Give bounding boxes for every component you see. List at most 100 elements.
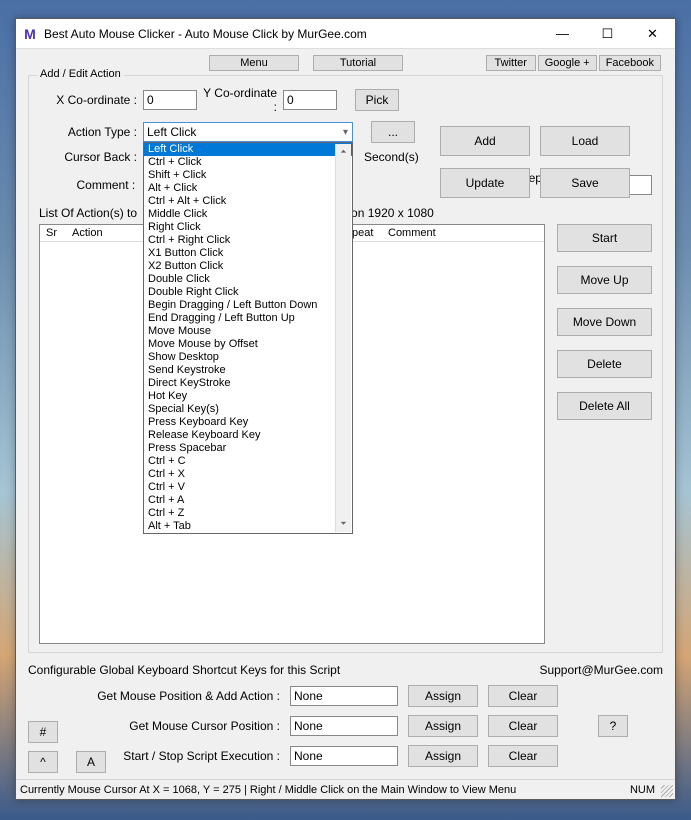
- resize-grip[interactable]: [661, 785, 673, 797]
- load-button[interactable]: Load: [540, 126, 630, 156]
- shortcut-input-3[interactable]: [290, 746, 398, 766]
- dropdown-item[interactable]: Ctrl + Z: [144, 507, 352, 520]
- dropdown-list[interactable]: Left ClickCtrl + ClickShift + ClickAlt +…: [143, 142, 353, 534]
- assign-button-1[interactable]: Assign: [408, 685, 478, 707]
- dropdown-item[interactable]: End Dragging / Left Button Up: [144, 312, 352, 325]
- menu-button[interactable]: Menu: [209, 55, 299, 71]
- status-bar: Currently Mouse Cursor At X = 1068, Y = …: [16, 779, 675, 799]
- titlebar: M Best Auto Mouse Clicker - Auto Mouse C…: [16, 19, 675, 49]
- xcoord-input[interactable]: [143, 90, 197, 110]
- hash-button[interactable]: #: [28, 721, 58, 743]
- dropdown-item[interactable]: Ctrl + C: [144, 455, 352, 468]
- dropdown-item[interactable]: Press Spacebar: [144, 442, 352, 455]
- moveup-button[interactable]: Move Up: [557, 266, 652, 294]
- dropdown-item[interactable]: Release Keyboard Key: [144, 429, 352, 442]
- xcoord-label: X Co-ordinate :: [39, 93, 137, 107]
- shortcuts-title: Configurable Global Keyboard Shortcut Ke…: [28, 663, 340, 677]
- twitter-link[interactable]: Twitter: [486, 55, 536, 71]
- pick-button[interactable]: Pick: [355, 89, 399, 111]
- dropdown-item[interactable]: Hot Key: [144, 390, 352, 403]
- movedown-button[interactable]: Move Down: [557, 308, 652, 336]
- content-area: Menu Tutorial Twitter Google + Facebook …: [16, 49, 675, 779]
- support-link[interactable]: Support@MurGee.com: [539, 663, 663, 677]
- group-title: Add / Edit Action: [37, 68, 124, 80]
- tutorial-button[interactable]: Tutorial: [313, 55, 403, 71]
- action-type-dropdown[interactable]: Left Click: [143, 122, 353, 142]
- dropdown-item[interactable]: Right Click: [144, 221, 352, 234]
- clear-button-1[interactable]: Clear: [488, 685, 558, 707]
- dropdown-item[interactable]: X1 Button Click: [144, 247, 352, 260]
- social-links: Twitter Google + Facebook: [486, 55, 661, 71]
- delete-button[interactable]: Delete: [557, 350, 652, 378]
- resolution-label: tion 1920 x 1080: [345, 206, 434, 220]
- add-edit-group: Add / Edit Action X Co-ordinate : Y Co-o…: [28, 75, 663, 653]
- dropdown-item[interactable]: Double Right Click: [144, 286, 352, 299]
- dropdown-item[interactable]: Ctrl + A: [144, 494, 352, 507]
- maximize-button[interactable]: ☐: [585, 20, 630, 48]
- dropdown-item[interactable]: Double Click: [144, 273, 352, 286]
- list-side-buttons: Start Move Up Move Down Delete Delete Al…: [557, 224, 652, 644]
- dropdown-item[interactable]: Shift + Click: [144, 169, 352, 182]
- dropdown-item[interactable]: Show Desktop: [144, 351, 352, 364]
- shortcut-label-1: Get Mouse Position & Add Action :: [28, 689, 280, 703]
- menu-buttons: Menu Tutorial: [209, 55, 403, 71]
- dropdown-item[interactable]: Ctrl + Right Click: [144, 234, 352, 247]
- update-button[interactable]: Update: [440, 168, 530, 198]
- dropdown-item[interactable]: Alt + Tab: [144, 520, 352, 533]
- googleplus-link[interactable]: Google +: [538, 55, 597, 71]
- list-of-label: List Of Action(s) to: [39, 206, 137, 220]
- ellipsis-button[interactable]: ...: [371, 121, 415, 143]
- clear-button-2[interactable]: Clear: [488, 715, 558, 737]
- dropdown-item[interactable]: Left Click: [144, 143, 352, 156]
- deleteall-button[interactable]: Delete All: [557, 392, 652, 420]
- dropdown-item[interactable]: Ctrl + Click: [144, 156, 352, 169]
- start-button[interactable]: Start: [557, 224, 652, 252]
- seconds-label: Second(s): [364, 150, 419, 164]
- dropdown-item[interactable]: Middle Click: [144, 208, 352, 221]
- coord-row: X Co-ordinate : Y Co-ordinate : Pick: [39, 86, 652, 114]
- dropdown-item[interactable]: X2 Button Click: [144, 260, 352, 273]
- action-type-dropdown-wrap: Left Click Left ClickCtrl + ClickShift +…: [143, 122, 353, 142]
- dropdown-item[interactable]: Special Key(s): [144, 403, 352, 416]
- close-button[interactable]: ✕: [630, 20, 675, 48]
- dropdown-item[interactable]: Begin Dragging / Left Button Down: [144, 299, 352, 312]
- dropdown-item[interactable]: Ctrl + Alt + Click: [144, 195, 352, 208]
- assign-button-2[interactable]: Assign: [408, 715, 478, 737]
- dropdown-scrollbar[interactable]: [335, 144, 351, 532]
- status-text: Currently Mouse Cursor At X = 1068, Y = …: [20, 784, 516, 796]
- window-controls: — ☐ ✕: [540, 20, 675, 48]
- right-button-col: Add Load Update Save: [440, 126, 640, 198]
- ycoord-input[interactable]: [283, 90, 337, 110]
- dropdown-item[interactable]: Ctrl + X: [144, 468, 352, 481]
- shortcut-input-1[interactable]: [290, 686, 398, 706]
- bottom-left-buttons: # ^ A: [28, 721, 106, 773]
- assign-button-3[interactable]: Assign: [408, 745, 478, 767]
- dropdown-item[interactable]: Move Mouse by Offset: [144, 338, 352, 351]
- th-sr: Sr: [40, 225, 66, 241]
- help-button[interactable]: ?: [598, 715, 628, 737]
- clear-button-3[interactable]: Clear: [488, 745, 558, 767]
- a-button[interactable]: A: [76, 751, 106, 773]
- minimize-button[interactable]: —: [540, 20, 585, 48]
- main-window: M Best Auto Mouse Clicker - Auto Mouse C…: [15, 18, 676, 800]
- shortcut-input-2[interactable]: [290, 716, 398, 736]
- dropdown-item[interactable]: Press Keyboard Key: [144, 416, 352, 429]
- app-icon: M: [22, 26, 38, 42]
- action-type-label: Action Type :: [39, 125, 137, 139]
- comment-label: Comment :: [39, 178, 135, 192]
- dropdown-item[interactable]: Send Keystroke: [144, 364, 352, 377]
- shortcut-row-2: Get Mouse Cursor Position : Assign Clear…: [28, 715, 663, 737]
- dropdown-item[interactable]: Ctrl + V: [144, 481, 352, 494]
- shortcut-row-3: Start / Stop Script Execution : Assign C…: [28, 745, 663, 767]
- numlock-indicator: NUM: [630, 784, 655, 796]
- shortcuts-section: Configurable Global Keyboard Shortcut Ke…: [28, 663, 663, 767]
- th-action: Action: [66, 225, 116, 241]
- dropdown-item[interactable]: Move Mouse: [144, 325, 352, 338]
- facebook-link[interactable]: Facebook: [599, 55, 661, 71]
- dropdown-item[interactable]: Direct KeyStroke: [144, 377, 352, 390]
- add-button[interactable]: Add: [440, 126, 530, 156]
- save-button[interactable]: Save: [540, 168, 630, 198]
- caret-button[interactable]: ^: [28, 751, 58, 773]
- dropdown-item[interactable]: Alt + Click: [144, 182, 352, 195]
- shortcut-row-1: Get Mouse Position & Add Action : Assign…: [28, 685, 663, 707]
